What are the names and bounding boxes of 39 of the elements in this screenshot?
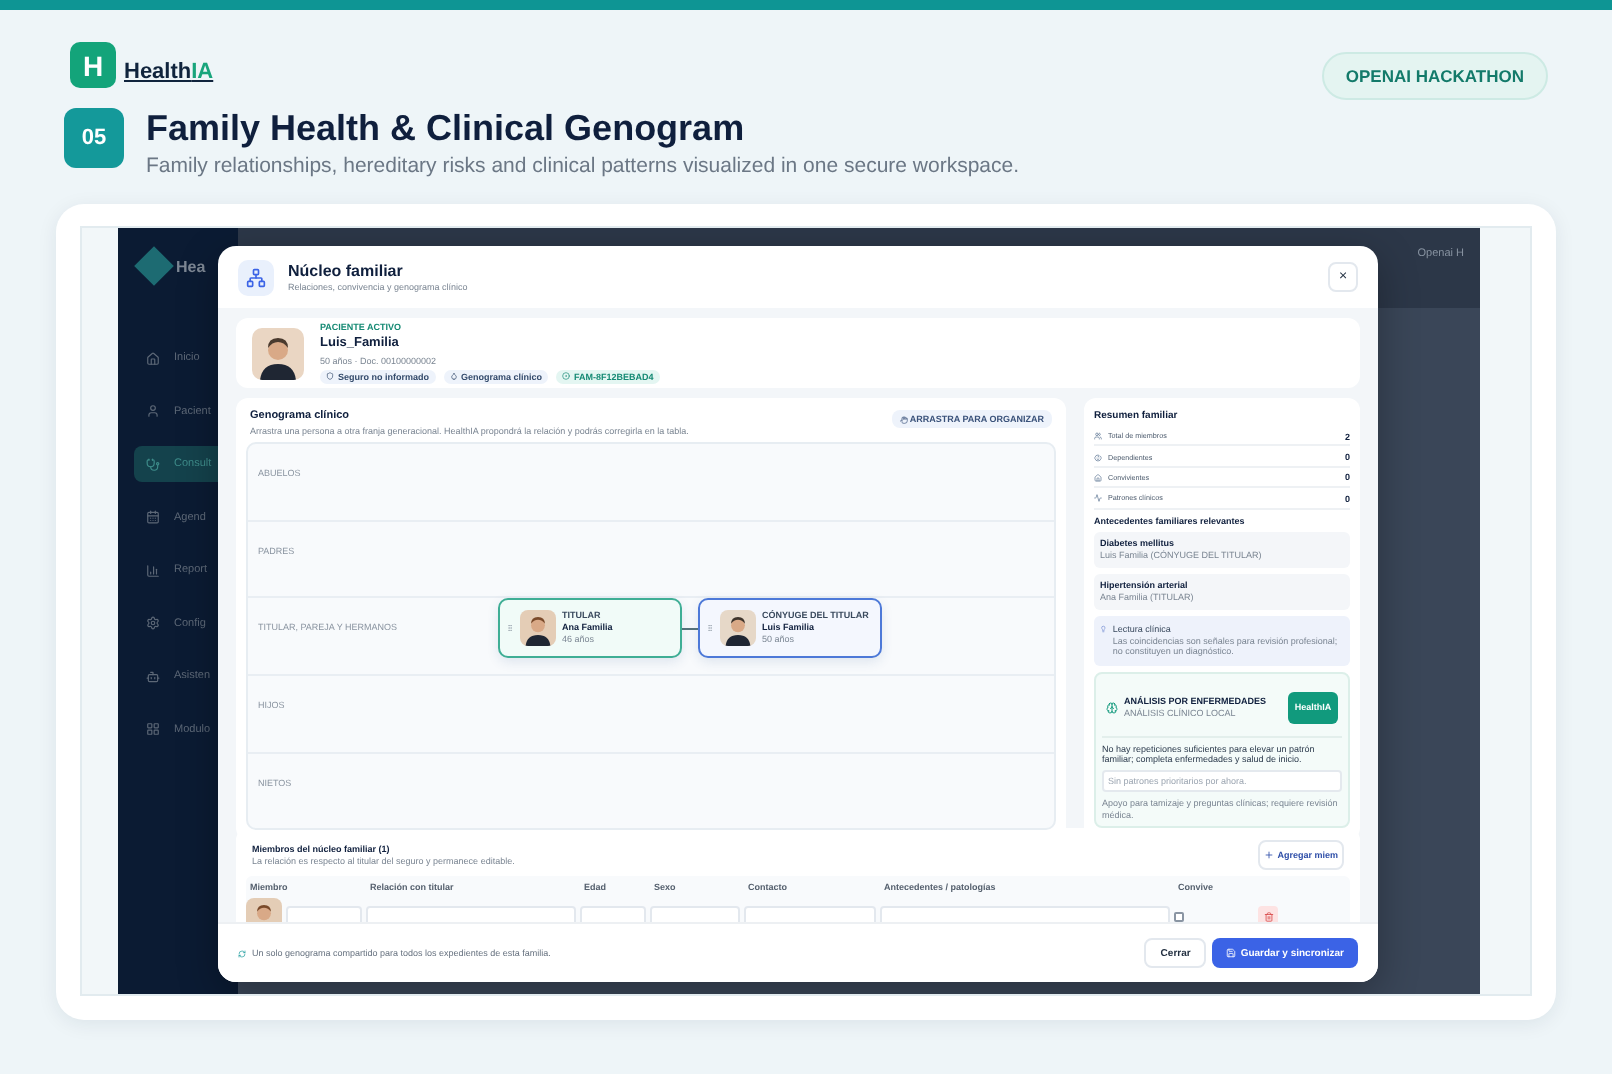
person-icon [146,404,160,418]
modal-title: Núcleo familiar [288,261,405,280]
contact-field[interactable] [744,905,876,922]
delete-button[interactable] [1258,906,1278,922]
shield-icon [326,372,334,381]
hackathon-badge: OPENAI HACKATHON [1321,52,1548,100]
pulse-icon [1094,494,1102,503]
save-icon [1226,948,1237,958]
baby-icon [1094,453,1102,462]
family-tree-icon [238,259,274,295]
page-subtitle: Family relationships, hereditary risks and clinical patterns visualized in one secure workspace. [146,154,1020,178]
lightbulb-icon [1100,623,1107,634]
relation-line [682,627,698,630]
house-icon [1094,473,1102,482]
gear-icon [146,616,160,630]
people-icon [1094,432,1102,441]
history-field[interactable] [880,905,1170,922]
robot-icon [146,669,160,683]
logo-icon: H [70,42,116,88]
step-number: 05 [64,108,124,168]
brain-icon [1106,701,1118,714]
calendar-icon [146,510,160,524]
chart-icon [146,563,160,577]
relation-field[interactable] [366,905,576,922]
plus-icon [1263,850,1274,860]
sync-icon [238,949,246,957]
app-logo-text: Hea [176,257,206,275]
hand-icon [899,415,908,423]
page-title: Family Health & Clinical Genogram [146,108,747,150]
sex-field[interactable] [650,905,740,922]
dot-icon [562,372,571,381]
age-field[interactable] [580,905,646,922]
home-icon [146,351,160,365]
name-field[interactable] [286,905,362,922]
trash-icon [1263,911,1273,921]
drop-icon [449,372,457,381]
logo-text: HealthIA [124,59,214,83]
grid-icon [146,722,160,736]
stethoscope-icon [146,457,160,471]
